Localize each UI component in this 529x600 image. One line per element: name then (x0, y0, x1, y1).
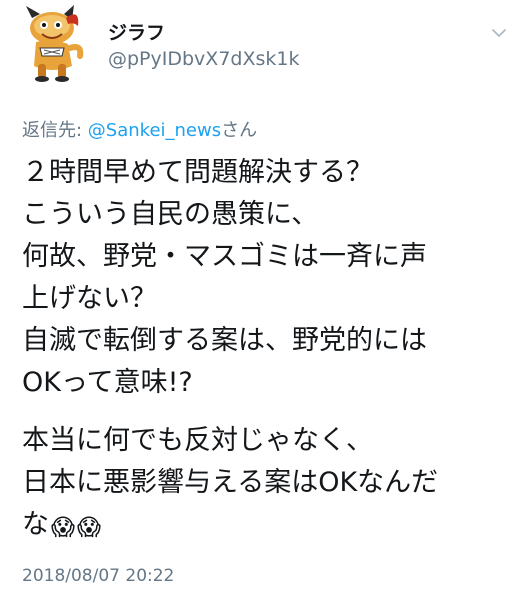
tweet-line: 日本に悪影響与える案はOKなんだ (22, 467, 439, 498)
tweet-menu-button[interactable] (491, 24, 507, 37)
tweet-line: 本当に何でも反対じゃなく、 (22, 425, 373, 456)
scream-emoji-icon: 😱 (51, 515, 75, 541)
giraffe-mascot-icon (26, 5, 84, 82)
chevron-down-icon (492, 29, 506, 37)
scream-emoji-icon: 😱 (76, 515, 101, 541)
author-handle[interactable]: @pPyIDbvX7dXsk1k (108, 48, 299, 70)
tweet: ジラフ @pPyIDbvX7dXsk1k 返信先: @Sankei_newsさん… (0, 0, 529, 600)
tweet-line: OKって意味!? (22, 367, 193, 398)
tweet-last-line: な😱😱 (22, 504, 522, 549)
tweet-timestamp[interactable]: 2018/08/07 20:22 (22, 566, 174, 586)
tweet-line: こういう自民の愚策に、 (22, 199, 319, 230)
tweet-line: 自滅で転倒する案は、野党的には (22, 325, 427, 356)
reply-suffix: さん (221, 120, 258, 141)
reply-context: 返信先: @Sankei_newsさん (22, 116, 257, 142)
tweet-line: 何故、野党・マスゴミは一斉に声 (22, 241, 427, 272)
author-display-name[interactable]: ジラフ (108, 18, 165, 45)
reply-mention-link[interactable]: @Sankei_news (88, 120, 221, 141)
tweet-line: ２時間早めて問題解決する？ (22, 157, 373, 188)
tweet-line-text: な (22, 509, 49, 540)
avatar[interactable] (18, 4, 92, 82)
paragraph-break (22, 404, 522, 420)
tweet-text: ２時間早めて問題解決する？ こういう自民の愚策に、 何故、野党・マスゴミは一斉に… (22, 152, 522, 549)
tweet-line: 上げない？ (22, 283, 157, 314)
reply-prefix: 返信先: (22, 120, 88, 141)
